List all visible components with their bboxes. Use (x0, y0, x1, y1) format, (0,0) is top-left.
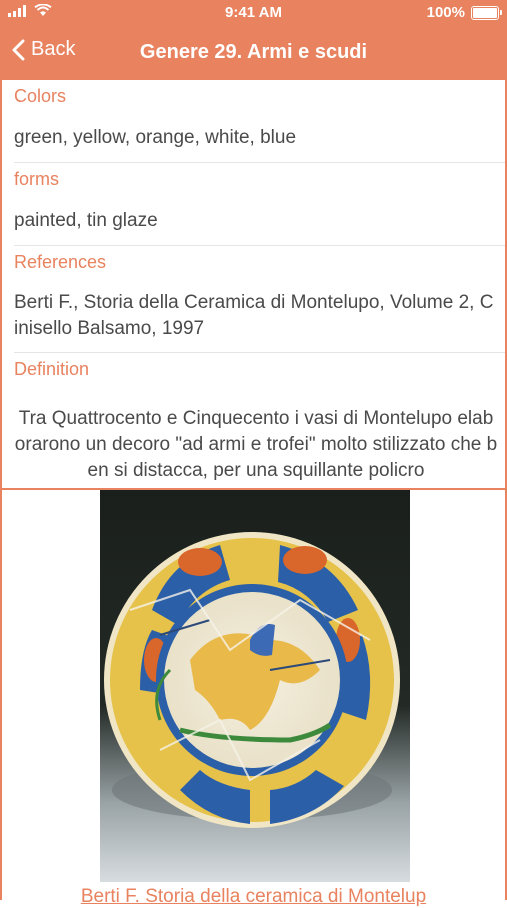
image-caption-link[interactable]: Berti F. Storia della ceramica di Montel… (2, 886, 505, 908)
battery-icon (471, 5, 502, 20)
page-title: Genere 29. Armi e scudi (139, 41, 368, 63)
references-label: References (14, 252, 107, 272)
definition-value: Tra Quattrocento e Cinquecento i vasi di… (14, 408, 498, 481)
detail-content[interactable]: Colors green, yellow, orange, white, blu… (0, 80, 507, 907)
battery-percent: 100% (426, 4, 465, 21)
forms-value: painted, tin glaze (14, 210, 158, 231)
divider (14, 162, 505, 163)
status-bar: 9:41 AM 100% (0, 0, 507, 26)
plate-illustration (100, 490, 410, 882)
navigation-bar: Back Genere 29. Armi e scudi (0, 26, 507, 80)
status-right: 100% (426, 4, 502, 21)
divider (14, 245, 505, 246)
forms-label: forms (14, 169, 59, 189)
divider (14, 352, 505, 353)
ceramic-plate-image[interactable] (100, 490, 410, 882)
colors-value: green, yellow, orange, white, blue (14, 127, 297, 148)
definition-label: Definition (14, 359, 90, 379)
references-value: Berti F., Storia della Ceramica di Monte… (14, 292, 494, 339)
colors-label: Colors (14, 86, 67, 106)
